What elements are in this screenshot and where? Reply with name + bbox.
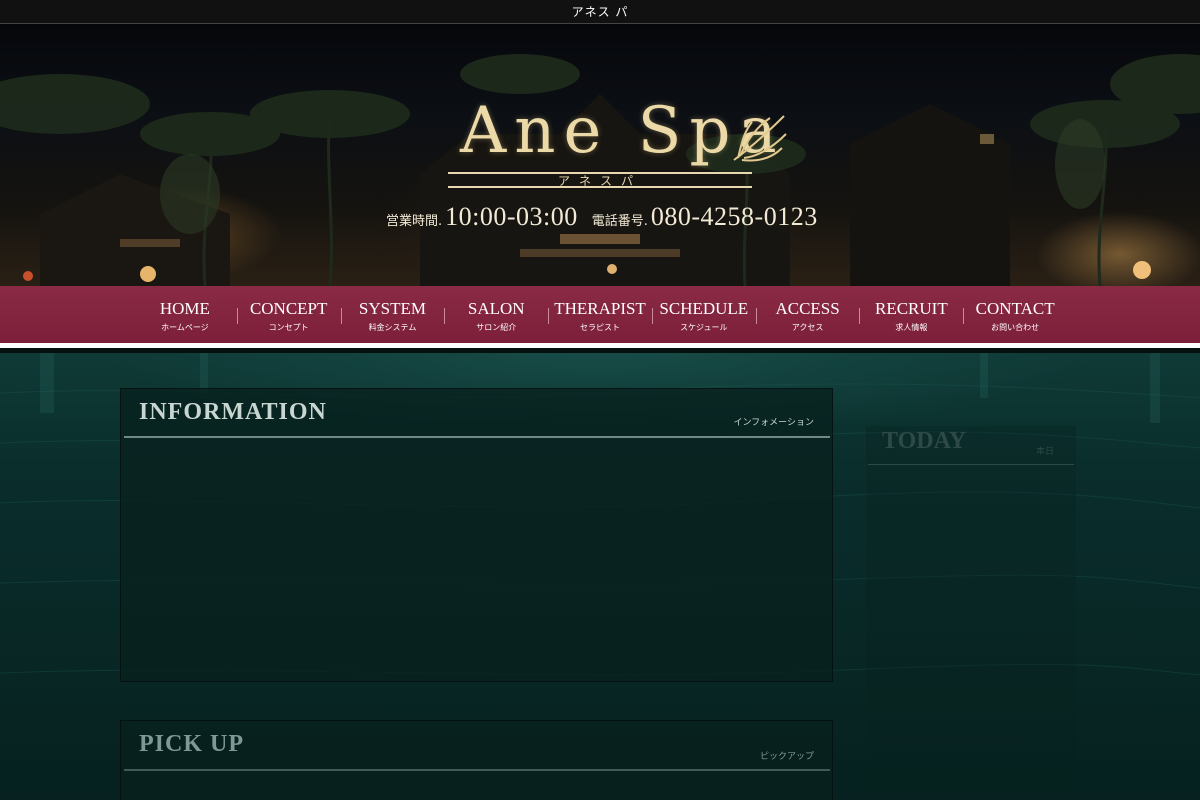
information-title: INFORMATION [139, 399, 327, 425]
nav-sublabel: 料金システム [368, 323, 417, 332]
nav-sublabel: スケジュール [680, 323, 728, 332]
nav-item-home[interactable]: HOME ホームページ [133, 286, 237, 343]
nav-item-salon[interactable]: SALON サロン紹介 [444, 286, 548, 343]
information-subtitle: インフォメーション [733, 418, 814, 428]
site-logo[interactable]: Ane Spa アネスパ [440, 94, 800, 204]
nav-item-concept[interactable]: CONCEPT コンセプト [236, 286, 341, 343]
nav-label: THERAPIST [554, 299, 646, 318]
nav-item-therapist[interactable]: THERAPIST セラピスト [548, 286, 652, 343]
pickup-title: PICK UP [139, 731, 244, 757]
nav-sublabel: アクセス [791, 323, 824, 332]
logo-rule-bottom [448, 186, 752, 188]
nav-sublabel: コンセプト [268, 323, 309, 332]
nav-item-recruit[interactable]: RECRUIT 求人情報 [859, 286, 963, 343]
nav-item-contact[interactable]: CONTACT お問い合わせ [963, 286, 1067, 343]
nav-label: CONCEPT [249, 299, 328, 318]
hours-label: 営業時間. [386, 214, 443, 229]
hours-value: 10:00-03:00 [445, 202, 578, 231]
nav-label: ACCESS [775, 299, 840, 318]
nav-sublabel: お問い合わせ [991, 323, 1040, 332]
today-divider [868, 464, 1074, 465]
phone-label: 電話番号. [591, 214, 648, 229]
pickup-subtitle: ピックアップ [759, 752, 814, 762]
information-panel: INFORMATION インフォメーション [120, 388, 833, 682]
leaf-ornament-icon [730, 108, 790, 172]
nav-sublabel: セラピスト [580, 323, 621, 332]
nav-label: SALON [467, 299, 525, 318]
nav-item-schedule[interactable]: SCHEDULE スケジュール [651, 286, 756, 343]
nav-label: SYSTEM [358, 299, 426, 318]
today-subtitle: 本日 [1035, 447, 1054, 457]
hero-banner: Ane Spa アネスパ 営業時間. 10:00-03:00 電話番号. 080… [0, 24, 1200, 286]
nav-item-access[interactable]: ACCESS アクセス [755, 286, 860, 343]
today-title: TODAY [882, 428, 967, 454]
nav-sublabel: ホームページ [161, 323, 209, 332]
nav-label: SCHEDULE [659, 299, 749, 318]
nav-item-system[interactable]: SYSTEM 料金システム [340, 286, 445, 343]
pickup-panel: PICK UP ピックアップ [120, 720, 833, 800]
phone-number[interactable]: 080-4258-0123 [651, 202, 818, 232]
nav-label: HOME [159, 299, 210, 318]
nav-sublabel: 求人情報 [895, 323, 928, 332]
nav-sublabel: サロン紹介 [476, 323, 517, 332]
top-strip: アネス パ [0, 0, 1200, 24]
main-content-area: INFORMATION インフォメーション TODAY 本日 PICK UP ピ… [0, 353, 1200, 800]
today-sidebar: TODAY 本日 [866, 426, 1076, 800]
pickup-divider [124, 769, 830, 771]
nav-label: RECRUIT [874, 299, 948, 318]
top-strip-text: アネス パ [571, 5, 629, 19]
information-divider [124, 436, 830, 438]
nav-label: CONTACT [975, 299, 1055, 318]
business-info: 営業時間. 10:00-03:00 電話番号. 080-4258-0123 [386, 202, 832, 236]
main-navigation: HOME ホームページ CONCEPT コンセプト SYSTEM 料金システム … [0, 286, 1200, 348]
